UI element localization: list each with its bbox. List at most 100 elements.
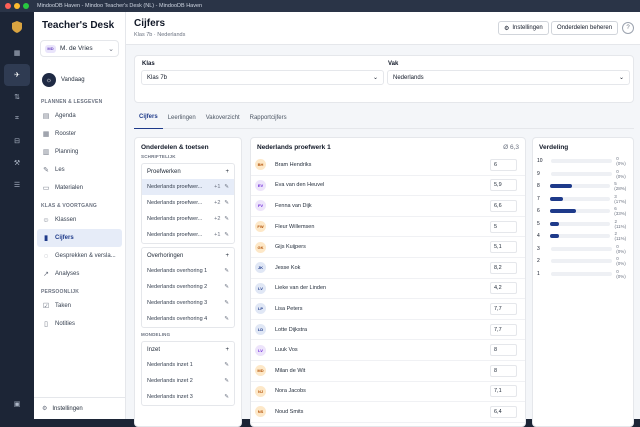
minimize-window-button[interactable] <box>14 3 20 9</box>
sidebar-item-notities[interactable]: ▯ Notities <box>34 315 125 333</box>
sidebar-item-settings[interactable]: ⚙ Instellingen <box>34 397 126 419</box>
tab-leerlingen[interactable]: Leerlingen <box>163 107 201 129</box>
grade-label: 4 <box>537 233 540 240</box>
grade-input[interactable]: 8 <box>490 344 517 357</box>
rail-sync-icon[interactable]: ⇅ <box>0 86 34 108</box>
subject-select[interactable]: Nederlands ⌄ <box>387 70 630 85</box>
sidebar-item-agenda[interactable]: ▤ Agenda <box>34 107 125 125</box>
add-icon[interactable]: + <box>225 253 229 259</box>
help-icon[interactable]: ? <box>622 22 634 34</box>
distribution-bar <box>550 221 559 226</box>
user-switcher[interactable]: MD M. de Vries ⌄ <box>40 40 119 57</box>
grade-input[interactable]: 7,7 <box>490 302 517 315</box>
count-badge: +1 <box>214 232 221 238</box>
grade-input[interactable]: 5 <box>490 220 517 233</box>
gear-icon: ⚙ <box>504 25 510 32</box>
sidebar-item-label: Materialen <box>55 185 84 191</box>
test-item[interactable]: Nederlands overhoring 2 ✎ <box>142 279 234 295</box>
student-name: Gijs Kuijpers <box>275 244 306 251</box>
rail-scan-icon[interactable]: ⌗ <box>0 108 34 130</box>
tab-cijfers[interactable]: Cijfers <box>134 107 163 129</box>
edit-icon[interactable]: ✎ <box>224 378 229 384</box>
table-row: FV Fenna van Dijk 6,6 <box>251 196 525 217</box>
grade-input[interactable]: 5,9 <box>490 179 517 192</box>
parts-title: Onderdelen & toetsen <box>135 138 241 153</box>
grade-input[interactable]: 7,7 <box>490 323 517 336</box>
distribution-chart: 10 0 (0%) 9 0 (0%) 8 5 (28%) 7 3 (17%) 6 6 (33%) 5… <box>533 155 633 280</box>
add-icon[interactable]: + <box>225 347 229 353</box>
edit-icon[interactable]: ✎ <box>224 232 229 238</box>
test-item[interactable]: Nederlands proefwer... +2 ✎ <box>142 211 234 227</box>
manage-parts-button[interactable]: Onderdelen beheren <box>551 21 619 35</box>
grade-input[interactable]: 6,4 <box>490 405 517 418</box>
edit-icon[interactable]: ✎ <box>224 216 229 222</box>
edit-icon[interactable]: ✎ <box>224 184 229 190</box>
rail-tools-icon[interactable]: ⚒ <box>0 152 34 174</box>
test-item[interactable]: Nederlands overhoring 1 ✎ <box>142 263 234 279</box>
nav-today-label: Vandaag <box>61 77 85 83</box>
test-item[interactable]: Nederlands proefwer... +2 ✎ <box>142 195 234 211</box>
edit-icon[interactable]: ✎ <box>224 200 229 206</box>
grades-panel: Nederlands proefwerk 1 Ø 6,3 BH Bram Hendr… <box>250 137 526 427</box>
sidebar-item-label: Klassen <box>55 217 77 223</box>
group-inzet: Inzet + Nederlands inzet 1 ✎ Nederlands in… <box>141 341 235 406</box>
test-item[interactable]: Nederlands inzet 3 ✎ <box>142 389 234 405</box>
edit-icon[interactable]: ✎ <box>224 284 229 290</box>
grade-input[interactable]: 7,1 <box>490 385 517 398</box>
nav-today[interactable]: ☼ Vandaag <box>34 57 125 93</box>
close-window-button[interactable] <box>5 3 11 9</box>
parts-title-text: Onderdelen & toetsen <box>141 144 209 151</box>
rail-sliders-icon[interactable]: ☰ <box>0 174 34 196</box>
sidebar-item-gesprekken[interactable]: ◌ Gesprekken & versla... <box>34 247 125 265</box>
test-item[interactable]: Nederlands overhoring 3 ✎ <box>142 295 234 311</box>
tab-vakoverzicht[interactable]: Vakoverzicht <box>201 107 245 129</box>
grade-input[interactable]: 8 <box>490 364 517 377</box>
test-item[interactable]: Nederlands inzet 2 ✎ <box>142 373 234 389</box>
grade-input[interactable]: 6 <box>490 158 517 171</box>
page-title: Cijfers <box>134 18 166 29</box>
count-label: 2 (11%) <box>614 218 627 229</box>
add-icon[interactable]: + <box>225 169 229 175</box>
grade-input[interactable]: 4,2 <box>490 282 517 295</box>
rail-teach-icon[interactable]: ✈ <box>4 64 30 86</box>
distribution-bar-track <box>550 246 613 251</box>
settings-button[interactable]: ⚙ Instellingen <box>498 21 549 35</box>
grade-input[interactable]: 5,1 <box>490 241 517 254</box>
sidebar-item-analyses[interactable]: ↗ Analyses <box>34 265 125 283</box>
test-item[interactable]: Nederlands proefwer... +1 ✎ <box>142 179 234 195</box>
distribution-row: 4 2 (11%) <box>533 230 633 243</box>
sidebar-item-cijfers[interactable]: ▮ Cijfers <box>37 229 122 247</box>
maximize-window-button[interactable] <box>23 3 29 9</box>
table-row: MD Milan de Wit 8 <box>251 361 525 382</box>
grade-input[interactable]: 8,2 <box>490 261 517 274</box>
sidebar-item-les[interactable]: ✎ Les <box>34 161 125 179</box>
table-row: LD Lotte Dijkstra 7,7 <box>251 320 525 341</box>
edit-icon[interactable]: ✎ <box>224 362 229 368</box>
test-item[interactable]: Nederlands proefwer... +1 ✎ <box>142 227 234 243</box>
avatar: NS <box>255 406 266 418</box>
edit-icon[interactable]: ✎ <box>224 316 229 322</box>
test-item[interactable]: Nederlands overhoring 4 ✎ <box>142 311 234 327</box>
rail-dashboard-icon[interactable]: ▦ <box>0 42 34 64</box>
sidebar-item-rooster[interactable]: ▦ Rooster <box>34 125 125 143</box>
window-titlebar: MindooDB Haven - Mindoo Teacher's Desk (… <box>0 0 640 12</box>
rail-sidebar-toggle-icon[interactable]: ▣ <box>0 393 34 415</box>
edit-icon[interactable]: ✎ <box>224 394 229 400</box>
edit-icon[interactable]: ✎ <box>224 268 229 274</box>
sidebar-item-klassen[interactable]: ☺ Klassen <box>34 211 125 229</box>
sidebar-item-planning[interactable]: ▥ Planning <box>34 143 125 161</box>
tab-rapportcijfers[interactable]: Rapportcijfers <box>245 107 292 129</box>
distribution-row: 1 0 (0%) <box>533 268 633 281</box>
grade-input[interactable]: 6,6 <box>490 199 517 212</box>
sidebar-item-label: Rooster <box>55 131 77 137</box>
distribution-bar-track <box>550 271 613 276</box>
sidebar-item-materialen[interactable]: ▭ Materialen <box>34 179 125 197</box>
sidebar-item-taken[interactable]: ☑ Taken <box>34 297 125 315</box>
count-badge: +2 <box>214 200 221 206</box>
table-row: NJ Nora Jacobs 7,1 <box>251 382 525 403</box>
test-item[interactable]: Nederlands inzet 1 ✎ <box>142 357 234 373</box>
rail-database-icon[interactable]: ⊟ <box>0 130 34 152</box>
edit-icon[interactable]: ✎ <box>224 300 229 306</box>
class-select[interactable]: Klas 7b ⌄ <box>141 70 384 85</box>
chevron-down-icon: ⌄ <box>618 75 624 81</box>
